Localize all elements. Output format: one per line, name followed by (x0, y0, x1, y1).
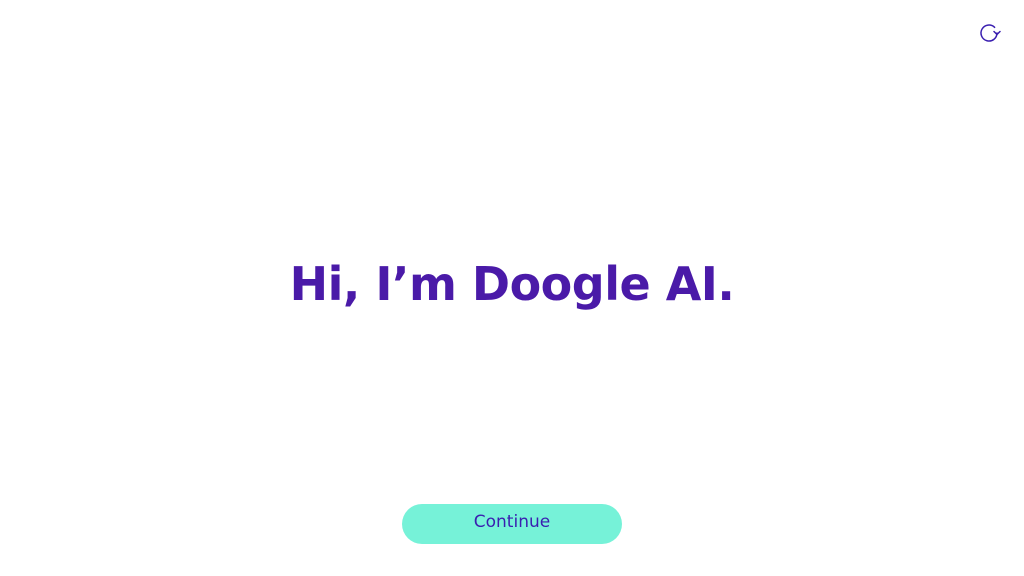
onboarding-screen: Hi, I’m Doogle AI. Continue (0, 0, 1024, 576)
reload-button[interactable] (977, 21, 1001, 45)
reload-icon (977, 21, 1001, 45)
greeting-heading: Hi, I’m Doogle AI. (289, 257, 735, 311)
continue-button[interactable]: Continue (402, 504, 622, 544)
